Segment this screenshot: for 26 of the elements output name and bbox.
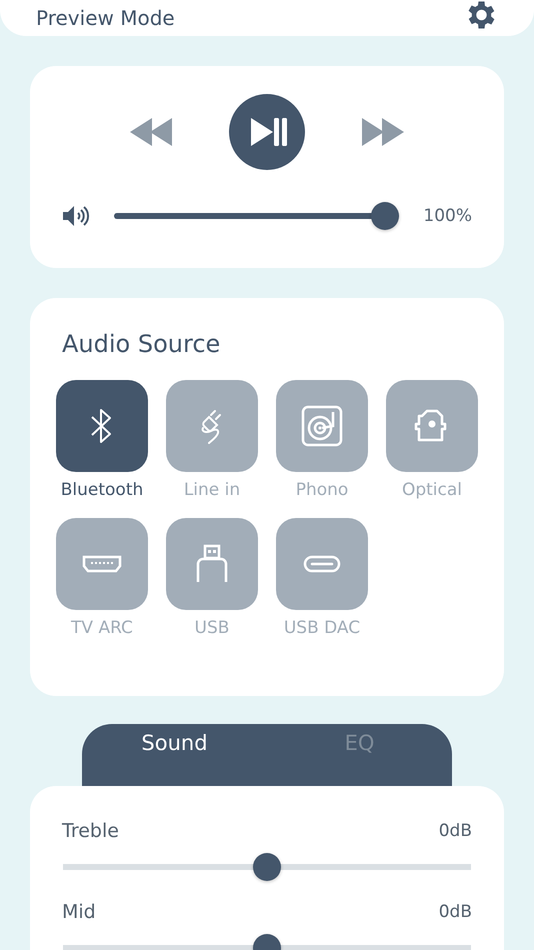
source-label: Line in bbox=[184, 480, 240, 500]
source-button[interactable] bbox=[56, 380, 148, 472]
source-label: TV ARC bbox=[71, 618, 133, 638]
page-title: Preview Mode bbox=[36, 6, 175, 30]
slider-reading: 0dB bbox=[438, 901, 472, 924]
play-pause-icon bbox=[249, 116, 289, 148]
turntable-icon bbox=[300, 404, 344, 448]
source-label: Phono bbox=[296, 480, 348, 500]
tab[interactable]: Sound bbox=[82, 724, 267, 790]
slider-thumb[interactable] bbox=[253, 853, 281, 881]
usb-c-port-icon bbox=[302, 554, 342, 574]
usb-plug-icon bbox=[195, 544, 229, 584]
source-label: USB bbox=[194, 618, 230, 638]
speaker-icon bbox=[62, 204, 90, 228]
source-label: USB DAC bbox=[284, 618, 360, 638]
rewind-icon[interactable] bbox=[130, 117, 174, 147]
volume-thumb[interactable] bbox=[371, 202, 400, 230]
hdmi-port-icon bbox=[82, 554, 122, 574]
source-label: Bluetooth bbox=[60, 480, 144, 500]
slider-label: Mid bbox=[62, 901, 96, 924]
volume-reading: 100% bbox=[423, 206, 472, 226]
fast-forward-icon[interactable] bbox=[360, 117, 404, 147]
source-label: Optical bbox=[402, 480, 462, 500]
slider-reading: 0dB bbox=[438, 820, 472, 843]
slider-label: Treble bbox=[62, 820, 119, 843]
section-title: Audio Source bbox=[62, 330, 222, 358]
